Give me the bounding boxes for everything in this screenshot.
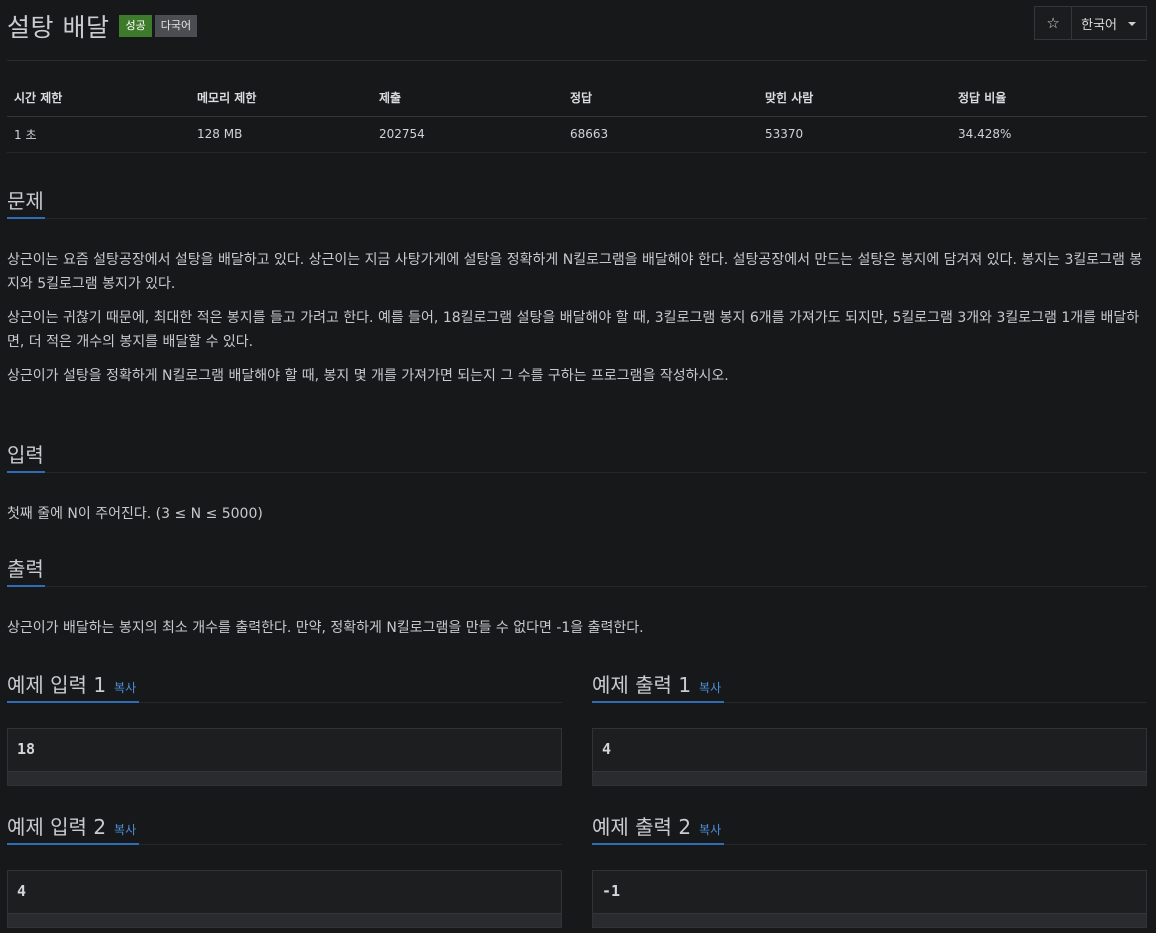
sample-output-2: 예제 출력 2 복사 -1 (592, 809, 1147, 928)
sample-output-1-box[interactable]: 4 (592, 728, 1147, 786)
problem-info-table: 시간 제한 메모리 제한 제출 정답 맞힌 사람 정답 비율 1 초 128 M… (7, 80, 1147, 153)
sample-input-2: 예제 입력 2 복사 4 (7, 809, 562, 928)
submissions-value[interactable]: 202754 (372, 116, 563, 153)
output-heading: 출력 (7, 557, 44, 581)
chevron-down-icon (1128, 22, 1136, 26)
accepted-value[interactable]: 68663 (563, 116, 758, 153)
problem-heading-bar: 문제 (7, 183, 1147, 219)
time-limit-value: 1 초 (7, 116, 190, 153)
input-description: 첫째 줄에 N이 주어진다. (3 ≤ N ≤ 5000) (7, 506, 263, 522)
language-label: 한국어 (1081, 17, 1117, 33)
sample-input-1-box[interactable]: 18 (7, 728, 562, 786)
problem-paragraph: 상근이는 요즘 설탕공장에서 설탕을 배달하고 있다. 상근이는 지금 사탕가게… (7, 252, 1143, 292)
sample-output-2-heading-bar: 예제 출력 2 복사 (592, 809, 1147, 845)
input-section: 입력 첫째 줄에 N이 주어진다. (3 ≤ N ≤ 5000) (7, 437, 1147, 522)
accepted-header: 정답 (563, 80, 758, 117)
sample-output-2-title: 예제 출력 2 (592, 815, 692, 839)
problem-paragraph: 상근이는 귀찮기 때문에, 최대한 적은 봉지를 들고 가려고 한다. 예를 들… (7, 310, 1140, 350)
heading-underline (7, 585, 45, 587)
sample-input-1-value: 18 (17, 740, 36, 758)
star-icon[interactable]: ☆ (1034, 6, 1073, 40)
solved-users-header: 맞힌 사람 (758, 80, 951, 117)
sample-output-1: 예제 출력 1 복사 4 (592, 667, 1147, 786)
copy-button[interactable]: 복사 (699, 681, 721, 695)
sample-input-1: 예제 입력 1 복사 18 (7, 667, 562, 786)
accept-ratio-header: 정답 비율 (951, 80, 1147, 117)
horizontal-scrollbar[interactable] (8, 913, 561, 927)
sample-input-2-box[interactable]: 4 (7, 870, 562, 928)
sample-input-2-value: 4 (17, 882, 27, 900)
sample-input-2-heading-bar: 예제 입력 2 복사 (7, 809, 562, 845)
solved-users-value[interactable]: 53370 (758, 116, 951, 153)
multilang-badge[interactable]: 다국어 (154, 15, 198, 37)
sample-input-2-title: 예제 입력 2 (7, 815, 107, 839)
time-limit-header: 시간 제한 (7, 80, 190, 117)
horizontal-scrollbar[interactable] (8, 771, 561, 785)
top-actions: ☆ 한국어 (1034, 6, 1147, 40)
problem-section: 문제 상근이는 요즘 설탕공장에서 설탕을 배달하고 있다. 상근이는 지금 사… (7, 183, 1147, 384)
problem-heading: 문제 (7, 189, 44, 213)
sample-output-2-value: -1 (602, 882, 621, 900)
input-heading: 입력 (7, 443, 44, 467)
copy-button[interactable]: 복사 (114, 681, 136, 695)
sample-output-1-heading-bar: 예제 출력 1 복사 (592, 667, 1147, 703)
accept-ratio-value: 34.428% (951, 116, 1147, 153)
submissions-header: 제출 (372, 80, 563, 117)
input-heading-bar: 입력 (7, 437, 1147, 473)
info-header-row: 시간 제한 메모리 제한 제출 정답 맞힌 사람 정답 비율 (7, 80, 1147, 117)
page-title: 설탕 배달 (7, 13, 110, 42)
memory-limit-header: 메모리 제한 (190, 80, 372, 117)
title-row: 설탕 배달 성공 다국어 (7, 6, 198, 46)
sample-output-1-title: 예제 출력 1 (592, 673, 692, 697)
info-value-row: 1 초 128 MB 202754 68663 53370 34.428% (7, 116, 1147, 153)
sample-output-2-box[interactable]: -1 (592, 870, 1147, 928)
memory-limit-value: 128 MB (190, 116, 372, 153)
divider (7, 60, 1147, 61)
language-select[interactable]: 한국어 (1072, 6, 1147, 40)
horizontal-scrollbar[interactable] (593, 913, 1146, 927)
problem-paragraph: 상근이가 설탕을 정확하게 N킬로그램 배달해야 할 때, 봉지 몇 개를 가져… (7, 368, 729, 384)
sample-output-1-value: 4 (602, 740, 612, 758)
heading-underline (7, 701, 139, 703)
output-heading-bar: 출력 (7, 551, 1147, 587)
copy-button[interactable]: 복사 (699, 823, 721, 837)
heading-underline (592, 843, 724, 845)
success-badge[interactable]: 성공 (119, 15, 152, 37)
output-section: 출력 상근이가 배달하는 봉지의 최소 개수를 출력한다. 만약, 정확하게 N… (7, 551, 1147, 636)
heading-underline (7, 471, 45, 473)
output-description: 상근이가 배달하는 봉지의 최소 개수를 출력한다. 만약, 정확하게 N킬로그… (7, 620, 644, 636)
sample-input-1-title: 예제 입력 1 (7, 673, 107, 697)
horizontal-scrollbar[interactable] (593, 771, 1146, 785)
heading-underline (592, 701, 724, 703)
copy-button[interactable]: 복사 (114, 823, 136, 837)
problem-page: 설탕 배달 성공 다국어 ☆ 한국어 시간 제한 메모리 제한 제출 정답 맞힌… (7, 0, 1147, 933)
sample-input-1-heading-bar: 예제 입력 1 복사 (7, 667, 562, 703)
heading-underline (7, 217, 45, 219)
heading-underline (7, 843, 139, 845)
